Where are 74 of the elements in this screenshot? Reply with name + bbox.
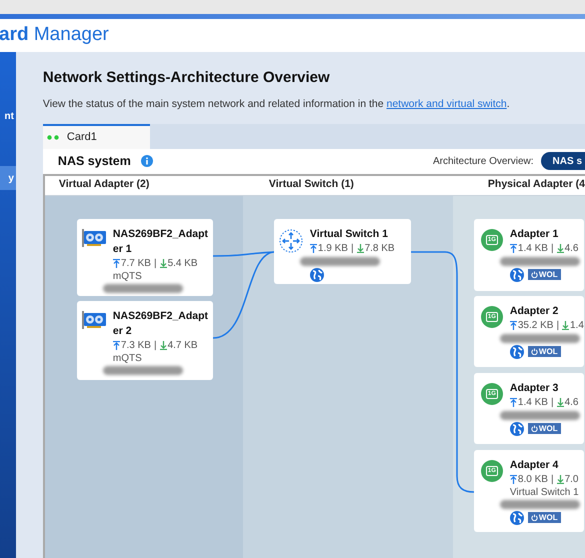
sidebar-item[interactable]: y xyxy=(0,166,16,190)
separator: | xyxy=(154,256,157,271)
column-header: Virtual Adapter (2) xyxy=(58,177,150,192)
node-card[interactable]: NAS269BF2_Adapter 2 7.3 KB | 4.7 KB mQTS xyxy=(76,300,213,380)
node-card[interactable]: NAS269BF2_Adapter 1 7.7 KB | 5.4 KB mQTS xyxy=(76,218,213,296)
separator: | xyxy=(556,318,560,333)
wol-badge[interactable]: WOL xyxy=(528,269,561,280)
download-reading: 1.4 xyxy=(570,318,584,333)
node-note: Virtual Switch 1 xyxy=(510,486,580,499)
upload-arrow-icon xyxy=(112,259,120,268)
tab[interactable]: Card1 xyxy=(42,124,150,149)
globe-icon[interactable] xyxy=(310,268,324,282)
download-arrow-icon xyxy=(160,259,167,268)
node-card[interactable]: Virtual Switch 1 1.9 KB | 7.8 KB xyxy=(274,218,411,284)
page-title: Network Settings-Architecture Overview xyxy=(42,68,331,88)
overview-toggle[interactable]: NAS s xyxy=(540,152,585,170)
node-name: NAS269BF2_Adapter 2 xyxy=(112,308,210,339)
download-arrow-icon xyxy=(556,475,564,484)
download-reading: 7.8 KB xyxy=(364,242,395,256)
separator: | xyxy=(550,472,554,487)
download-reading: 5.4 KB xyxy=(168,256,198,271)
upload-reading: 8.0 KB xyxy=(518,472,548,487)
overview-label: Architecture Overview: xyxy=(432,154,534,169)
download-arrow-icon xyxy=(562,321,569,330)
panel-title: NAS system xyxy=(58,152,131,170)
download-arrow-icon xyxy=(556,398,564,408)
upload-arrow-icon xyxy=(112,341,120,350)
node-note: mQTS xyxy=(112,352,143,365)
download-reading: 7.0 xyxy=(564,472,578,487)
download-arrow-icon xyxy=(556,244,564,254)
upload-arrow-icon xyxy=(310,244,317,254)
globe-icon[interactable] xyxy=(510,268,524,282)
switch-icon xyxy=(278,228,303,253)
node-name: Adapter 2 xyxy=(510,304,560,319)
upload-arrow-icon xyxy=(510,398,517,408)
wol-badge[interactable]: WOL xyxy=(528,423,561,434)
separator: | xyxy=(550,396,554,410)
node-name: Adapter 3 xyxy=(510,380,560,396)
separator: | xyxy=(154,338,157,353)
node-name: NAS269BF2_Adapter 1 xyxy=(112,226,210,257)
download-arrow-icon xyxy=(160,341,167,350)
network-card-icon xyxy=(82,310,106,329)
info-icon[interactable] xyxy=(140,155,153,168)
upload-arrow-icon xyxy=(510,321,517,330)
download-reading: 4.6 xyxy=(564,396,578,410)
upload-arrow-icon xyxy=(510,244,517,254)
network-card-icon xyxy=(82,228,106,247)
upload-reading: 1.9 KB xyxy=(318,242,348,256)
node-name: Adapter 1 xyxy=(510,226,560,242)
page-description: View the status of the main system network and related information in the network and virtual switch. xyxy=(42,97,511,112)
separator: | xyxy=(550,242,554,256)
status-dots-icon xyxy=(46,134,59,140)
upload-reading: 7.3 KB xyxy=(120,338,151,353)
upload-reading: 1.4 KB xyxy=(518,396,548,410)
upload-arrow-icon xyxy=(510,475,517,484)
globe-icon[interactable] xyxy=(510,344,524,359)
node-name: Adapter 4 xyxy=(510,458,560,473)
column-header: Virtual Switch (1) xyxy=(268,177,354,192)
globe-icon[interactable] xyxy=(510,422,524,436)
upload-reading: 35.2 KB xyxy=(518,318,554,333)
node-name: Virtual Switch 1 xyxy=(310,226,389,242)
upload-reading: 7.7 KB xyxy=(120,256,151,271)
column-header: Physical Adapter (4 xyxy=(488,177,585,192)
node-note: mQTS xyxy=(112,270,143,283)
separator: | xyxy=(350,242,354,256)
globe-icon[interactable] xyxy=(510,510,524,525)
upload-reading: 1.4 KB xyxy=(518,242,548,256)
wol-badge[interactable]: WOL xyxy=(528,346,561,358)
link[interactable]: network and virtual switch xyxy=(386,98,507,110)
sidebar-item[interactable]: nt xyxy=(0,104,16,128)
wol-badge[interactable]: WOL xyxy=(528,512,561,524)
download-reading: 4.7 KB xyxy=(168,338,198,353)
download-reading: 4.6 xyxy=(564,242,578,256)
download-arrow-icon xyxy=(356,244,364,254)
